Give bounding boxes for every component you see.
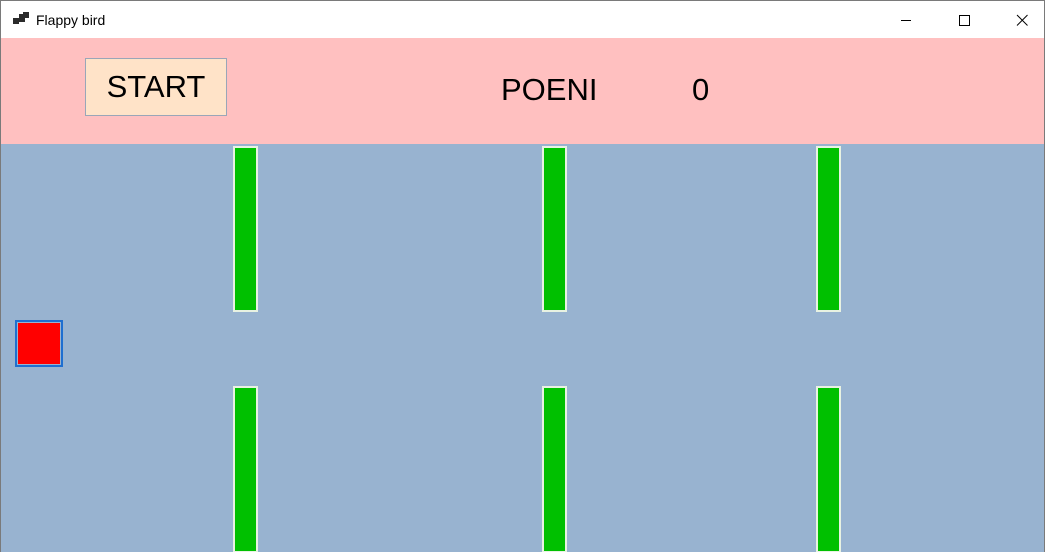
bird-body (18, 323, 60, 364)
pipe-top (816, 146, 841, 312)
close-button[interactable] (999, 1, 1044, 38)
start-button[interactable]: START (85, 58, 227, 116)
pipe-top (542, 146, 567, 312)
app-window: Flappy bird START POENI 0 (0, 0, 1045, 552)
minimize-icon (900, 14, 912, 26)
close-icon (1016, 14, 1028, 26)
window-title: Flappy bird (36, 12, 106, 28)
maximize-icon (958, 14, 970, 26)
game-area[interactable] (1, 144, 1044, 552)
header-panel: START POENI 0 (1, 38, 1044, 144)
score-label: POENI (501, 72, 598, 107)
pipe-bottom (816, 386, 841, 552)
pipe-bottom (233, 386, 258, 552)
pipe-bottom (542, 386, 567, 552)
app-window-icon (13, 12, 29, 26)
maximize-button[interactable] (941, 1, 987, 38)
score-value: 0 (692, 72, 710, 107)
bird[interactable] (15, 320, 63, 367)
pipe-top (233, 146, 258, 312)
minimize-button[interactable] (883, 1, 929, 38)
title-bar[interactable]: Flappy bird (1, 1, 1044, 38)
